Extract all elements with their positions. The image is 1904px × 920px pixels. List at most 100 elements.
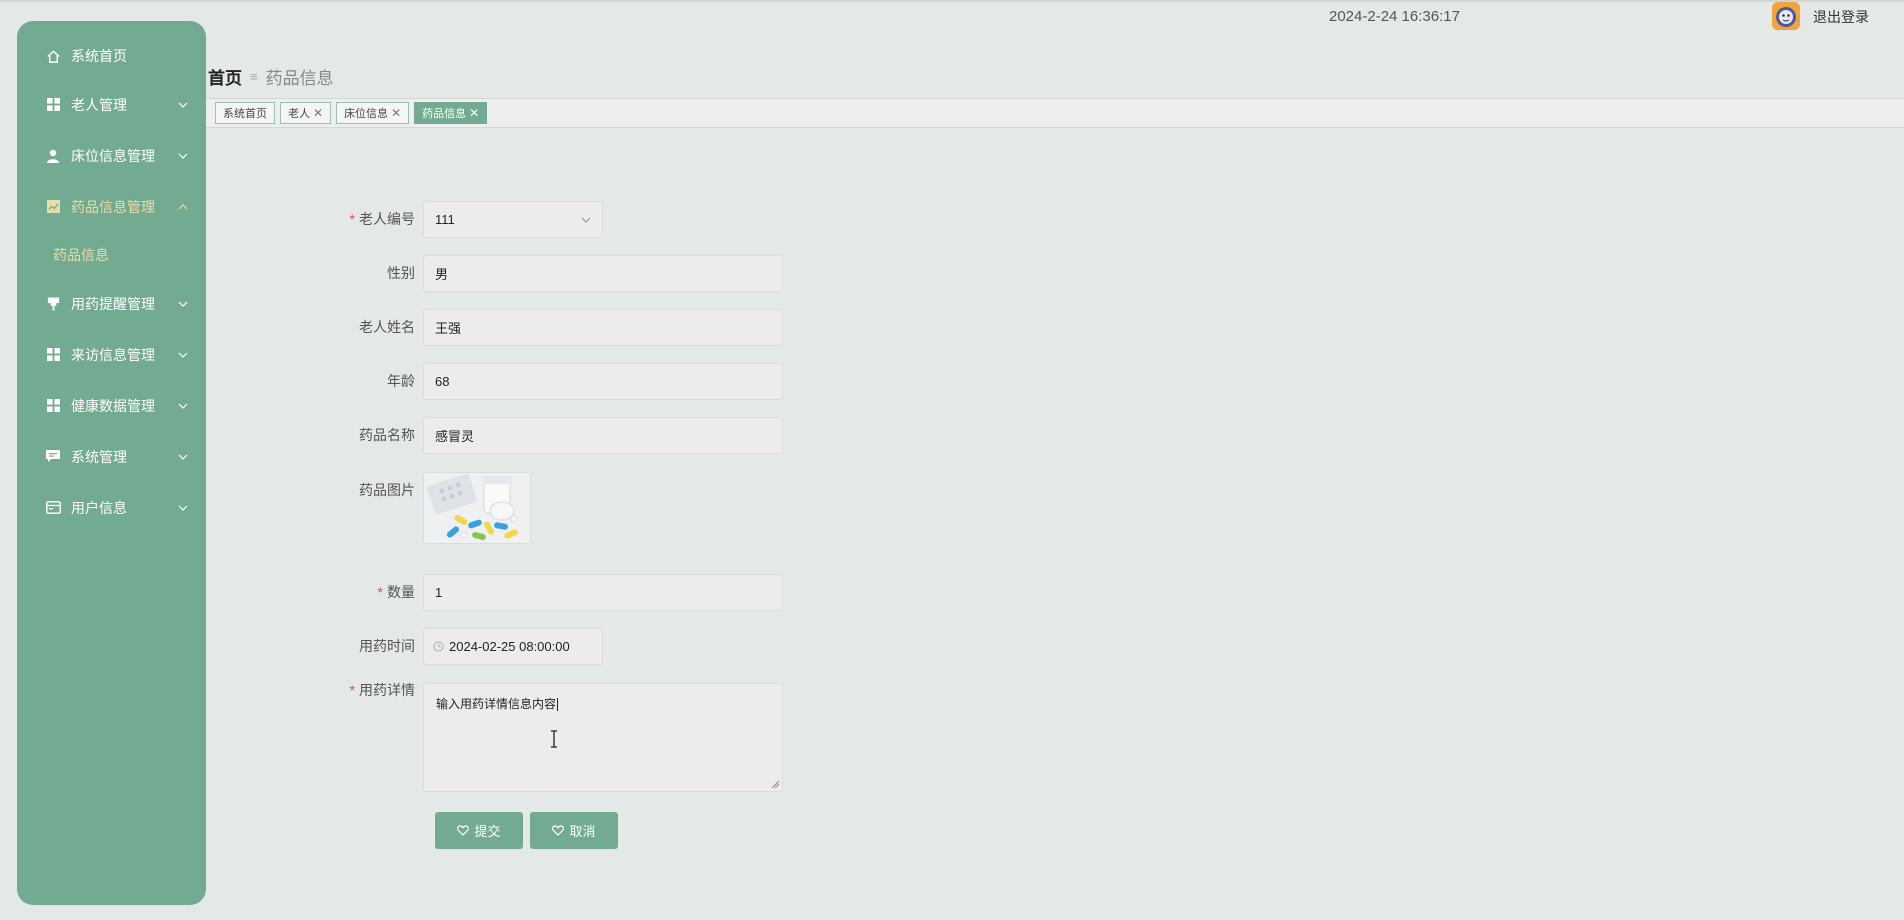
close-icon[interactable]: ✕ [469, 106, 479, 120]
gender-label: 性别 [387, 265, 415, 281]
tab-home[interactable]: 系统首页 [215, 102, 275, 124]
sidebar-item-bed[interactable]: 床位信息管理 [17, 130, 206, 181]
sidebar-item-label: 系统管理 [71, 448, 127, 465]
submit-button[interactable]: 提交 [435, 812, 523, 849]
grid-icon [45, 347, 61, 363]
tab-elder[interactable]: 老人 ✕ [280, 102, 332, 124]
form-row-elder-id: * 老人编号 111 [306, 201, 603, 238]
detail-label: * 用药详情 [349, 682, 415, 698]
sidebar-item-reminder[interactable]: 用药提醒管理 [17, 278, 206, 329]
cancel-label: 取消 [569, 824, 596, 839]
tab-label: 系统首页 [223, 108, 267, 120]
sidebar-item-label: 系统首页 [71, 48, 127, 64]
sidebar-item-label: 用药提醒管理 [71, 295, 155, 312]
sidebar-item-label: 健康数据管理 [71, 397, 155, 414]
resize-handle-icon[interactable] [771, 780, 780, 789]
time-label: 用药时间 [359, 638, 415, 654]
tab-label: 药品信息 [422, 108, 467, 120]
clock-icon [433, 641, 444, 652]
form-row-detail: * 用药详情 输入用药详情信息内容 [306, 682, 783, 792]
chevron-down-icon [178, 403, 188, 409]
age-field[interactable]: 68 [423, 363, 783, 400]
header-datetime: 2024-2-24 16:36:17 [1329, 8, 1460, 25]
detail-value: 输入用药详情信息内容 [436, 697, 557, 711]
heart-icon [457, 825, 470, 836]
sidebar-item-label: 用户信息 [71, 499, 127, 516]
drug-name-field[interactable]: 感冒灵 [423, 417, 783, 454]
time-value: 2024-02-25 08:00:00 [449, 639, 570, 654]
chevron-down-icon [178, 301, 188, 307]
form-row-quantity: * 数量 1 [306, 574, 783, 611]
gender-value: 男 [435, 267, 449, 282]
form-row-age: 年龄 68 [306, 363, 783, 400]
user-icon [45, 148, 61, 164]
sidebar-subitem-drug-info[interactable]: 药品信息 [17, 232, 206, 278]
breadcrumb-separator-icon: ≡ [250, 69, 258, 84]
sidebar-item-label: 床位信息管理 [71, 147, 155, 164]
gender-field[interactable]: 男 [423, 255, 783, 292]
form-row-time: 用药时间 2024-02-25 08:00:00 [306, 628, 603, 665]
pin-icon [45, 296, 61, 312]
tab-label: 床位信息 [344, 108, 389, 120]
sidebar: 系统首页 老人管理 床位信息管理 药品信息管理 药品信息 用药提醒管理 来访信息… [17, 21, 206, 905]
chevron-down-icon [581, 217, 591, 223]
name-label: 老人姓名 [359, 319, 415, 335]
close-icon[interactable]: ✕ [313, 106, 323, 120]
submit-label: 提交 [474, 824, 501, 839]
sidebar-item-elder[interactable]: 老人管理 [17, 79, 206, 130]
sidebar-item-visit[interactable]: 来访信息管理 [17, 329, 206, 380]
quantity-label: * 数量 [377, 584, 415, 600]
quantity-value: 1 [435, 585, 443, 600]
tab-bar: 系统首页 老人 ✕ 床位信息 ✕ 药品信息 ✕ [206, 98, 1904, 128]
tab-label: 老人 [288, 108, 310, 120]
chart-icon [45, 199, 61, 215]
name-field[interactable]: 王强 [423, 309, 783, 346]
required-mark: * [349, 682, 355, 698]
close-icon[interactable]: ✕ [391, 106, 401, 120]
chat-icon [45, 449, 61, 465]
breadcrumb-current: 药品信息 [265, 69, 334, 88]
card-icon [45, 500, 61, 516]
required-mark: * [377, 584, 383, 600]
drug-image[interactable] [423, 472, 531, 544]
required-mark: * [349, 211, 355, 227]
detail-textarea[interactable]: 输入用药详情信息内容 [423, 683, 783, 792]
cancel-button[interactable]: 取消 [530, 812, 618, 849]
sidebar-item-label: 来访信息管理 [71, 346, 155, 363]
tab-bed-info[interactable]: 床位信息 ✕ [336, 102, 410, 124]
home-icon [45, 48, 61, 64]
chevron-down-icon [178, 352, 188, 358]
chevron-up-icon [178, 203, 188, 209]
heart-icon [552, 825, 565, 836]
breadcrumb-home[interactable]: 首页 [208, 64, 242, 89]
chevron-down-icon [178, 153, 188, 159]
breadcrumb: 首页 ≡ 药品信息 [208, 64, 334, 89]
quantity-field[interactable]: 1 [423, 574, 783, 611]
sidebar-item-system[interactable]: 系统管理 [17, 431, 206, 482]
sidebar-item-user-info[interactable]: 用户信息 [17, 482, 206, 533]
avatar[interactable] [1772, 2, 1800, 30]
elder-id-select[interactable]: 111 [423, 201, 603, 238]
sidebar-item-health[interactable]: 健康数据管理 [17, 380, 206, 431]
grid-icon [45, 398, 61, 414]
drug-image-label: 药品图片 [359, 482, 415, 498]
chevron-down-icon [178, 454, 188, 460]
name-value: 王强 [435, 321, 462, 336]
chevron-down-icon [178, 505, 188, 511]
sidebar-item-drug[interactable]: 药品信息管理 [17, 181, 206, 232]
time-picker[interactable]: 2024-02-25 08:00:00 [423, 628, 603, 665]
tab-drug-info[interactable]: 药品信息 ✕ [414, 102, 488, 124]
form-row-name: 老人姓名 王强 [306, 309, 783, 346]
ibeam-cursor-icon [551, 730, 557, 748]
sidebar-item-label: 老人管理 [71, 96, 127, 113]
sidebar-item-label: 药品信息管理 [71, 198, 155, 215]
grid-icon [45, 97, 61, 113]
logout-button[interactable]: 退出登录 [1813, 7, 1869, 27]
form-row-drug-name: 药品名称 感冒灵 [306, 417, 783, 454]
form-row-gender: 性别 男 [306, 255, 783, 292]
top-border [0, 0, 1904, 2]
age-value: 68 [435, 374, 450, 389]
sidebar-item-home[interactable]: 系统首页 [17, 33, 206, 79]
drug-name-label: 药品名称 [359, 427, 415, 443]
form-row-drug-image: 药品图片 [306, 472, 531, 544]
